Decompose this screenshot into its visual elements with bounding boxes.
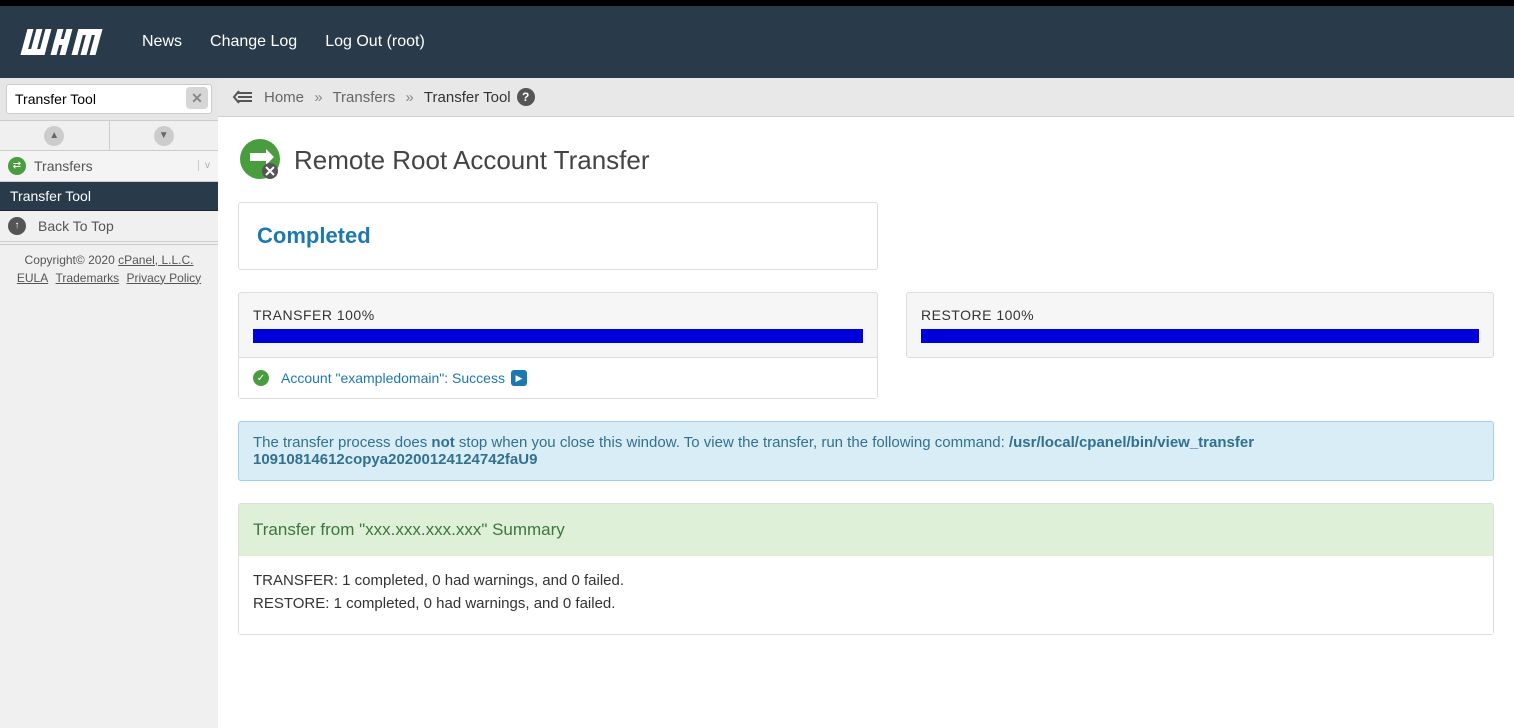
restore-progress-panel: RESTORE 100%: [906, 292, 1494, 358]
summary-restore-line: RESTORE: 1 completed, 0 had warnings, an…: [253, 595, 1479, 612]
sidebar-item-transfer-tool[interactable]: Transfer Tool: [0, 182, 218, 211]
sidebar-section-transfers[interactable]: ⇄ Transfers v: [0, 151, 218, 182]
cpanel-link[interactable]: cPanel, L.L.C.: [118, 253, 193, 267]
chevron-down-icon: v: [198, 160, 210, 171]
collapse-up-button[interactable]: ▲: [0, 121, 110, 150]
info-alert: The transfer process does not stop when …: [238, 421, 1494, 481]
collapse-down-button[interactable]: ▼: [110, 121, 219, 150]
transfer-progress-bar: [253, 329, 863, 343]
whm-logo[interactable]: [18, 27, 118, 57]
transfer-result-link[interactable]: Account "exampledomain": Success: [281, 370, 505, 386]
clear-search-icon[interactable]: ✕: [186, 87, 208, 109]
transfer-progress-panel: TRANSFER 100% ✓ Account "exampledomain":…: [238, 292, 878, 399]
header: News Change Log Log Out (root): [0, 6, 1514, 78]
search-input[interactable]: [6, 84, 212, 114]
nav-changelog[interactable]: Change Log: [210, 33, 297, 51]
nav-news[interactable]: News: [142, 33, 182, 51]
eula-link[interactable]: EULA: [17, 271, 48, 285]
page-title: Remote Root Account Transfer: [294, 145, 650, 176]
transfer-page-icon: [238, 137, 282, 184]
status-panel: Completed: [238, 202, 878, 270]
breadcrumb-current: Transfer Tool: [424, 89, 511, 106]
transfer-progress-label: TRANSFER 100%: [253, 307, 375, 323]
back-to-top-button[interactable]: ↑ Back To Top: [0, 211, 218, 242]
sidebar-section-label: Transfers: [34, 158, 198, 174]
top-nav: News Change Log Log Out (root): [142, 33, 425, 51]
summary-panel: Transfer from "xxx.xxx.xxx.xxx" Summary …: [238, 503, 1494, 635]
nav-logout[interactable]: Log Out (root): [325, 33, 425, 51]
play-icon[interactable]: ▶: [511, 370, 527, 386]
privacy-link[interactable]: Privacy Policy: [126, 271, 201, 285]
trademarks-link[interactable]: Trademarks: [56, 271, 120, 285]
breadcrumb-home[interactable]: Home: [264, 89, 304, 106]
arrow-up-icon: ↑: [8, 217, 26, 235]
status-label: Completed: [257, 223, 859, 249]
transfers-section-icon: ⇄: [8, 157, 26, 175]
back-to-top-label: Back To Top: [38, 218, 114, 234]
copyright: Copyright© 2020 cPanel, L.L.C.: [0, 244, 218, 271]
help-icon[interactable]: ?: [517, 88, 535, 106]
sidebar: ✕ ▲ ▼ ⇄ Transfers v Transfer Tool ↑ Back…: [0, 78, 218, 728]
sidebar-toggle-icon[interactable]: [232, 89, 252, 105]
breadcrumb-transfers[interactable]: Transfers: [332, 89, 395, 106]
restore-progress-bar: [921, 329, 1479, 343]
success-check-icon: ✓: [253, 370, 269, 386]
summary-transfer-line: TRANSFER: 1 completed, 0 had warnings, a…: [253, 572, 1479, 589]
restore-progress-label: RESTORE 100%: [921, 307, 1034, 323]
summary-title: Transfer from "xxx.xxx.xxx.xxx" Summary: [239, 504, 1493, 556]
breadcrumb-bar: Home » Transfers » Transfer Tool ?: [218, 78, 1514, 117]
